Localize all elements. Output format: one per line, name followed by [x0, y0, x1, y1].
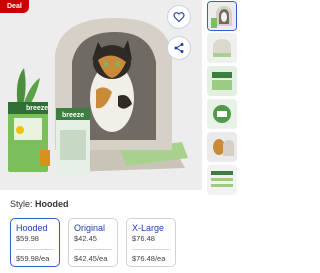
- variant-name: X-Large: [132, 223, 165, 233]
- variant-price: $76.48: [132, 234, 155, 243]
- variant-unit-price: $59.98/ea: [16, 254, 50, 263]
- variant-price: $59.98: [16, 234, 39, 243]
- variant-price: $42.45: [74, 234, 97, 243]
- style-selected-value: Hooded: [35, 199, 69, 209]
- variant-name: Hooded: [16, 223, 48, 233]
- variant-divider: [16, 249, 54, 250]
- thumbnail-6[interactable]: [207, 165, 237, 195]
- thumbnail-3[interactable]: [207, 66, 237, 96]
- thumbnail-4[interactable]: [207, 99, 237, 129]
- share-button[interactable]: [167, 36, 191, 60]
- package-brand-text: breeze: [26, 105, 48, 112]
- thumbnail-image: [208, 2, 236, 30]
- thumbnail-image: [207, 99, 237, 129]
- variant-name: Original: [74, 223, 106, 233]
- thumbnail-image: [207, 66, 237, 96]
- style-label: Style: Hooded: [10, 199, 69, 209]
- variant-option-original[interactable]: Original $42.45 $42.45/ea: [68, 218, 118, 267]
- style-label-prefix: Style:: [10, 199, 33, 209]
- thumbnail-image: [207, 165, 237, 195]
- favorite-button[interactable]: [167, 5, 191, 29]
- deal-badge: Deal: [0, 0, 29, 13]
- variant-unit-price: $76.48/ea: [132, 254, 166, 263]
- thumbnail-1[interactable]: [207, 1, 237, 31]
- variant-option-x-large[interactable]: X-Large $76.48 $76.48/ea: [126, 218, 176, 267]
- variant-unit-price: $42.45/ea: [74, 254, 108, 263]
- thumbnail-image: [207, 33, 237, 63]
- variant-option-hooded[interactable]: Hooded $59.98 $59.98/ea: [10, 218, 60, 267]
- litter-box-illustration: breeze breeze: [0, 0, 202, 190]
- bag-brand-text: breeze: [62, 112, 84, 119]
- thumbnail-2[interactable]: [207, 33, 237, 63]
- thumbnail-image: [207, 132, 237, 162]
- share-icon: [174, 43, 184, 53]
- thumbnail-5[interactable]: [207, 132, 237, 162]
- heart-icon: [173, 12, 185, 23]
- variant-divider: [74, 249, 112, 250]
- product-main-image[interactable]: breeze breeze Deal: [0, 0, 202, 190]
- variant-divider: [132, 249, 170, 250]
